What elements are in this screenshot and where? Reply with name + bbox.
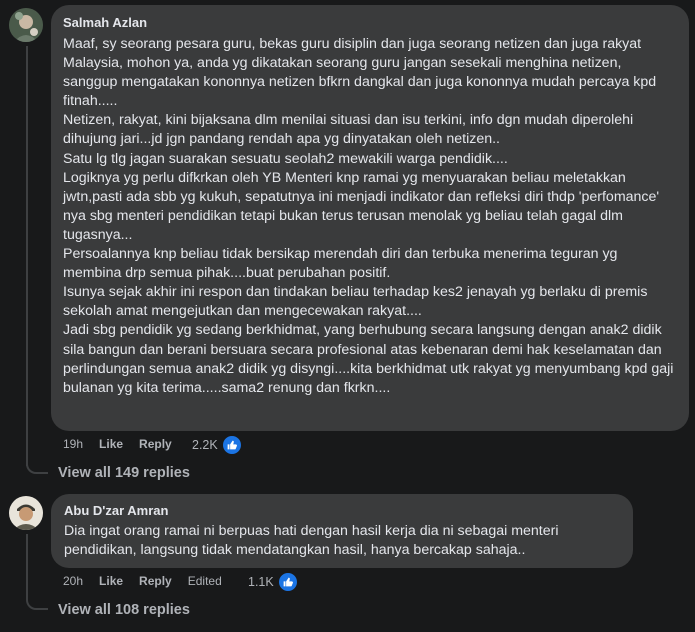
reaction-count: 2.2K — [192, 438, 218, 452]
reaction-summary[interactable]: 1.1K — [248, 571, 299, 593]
view-replies-link[interactable]: View all 149 replies — [58, 465, 190, 481]
comment-timestamp[interactable]: 20h — [63, 574, 83, 588]
comment-timestamp[interactable]: 19h — [63, 437, 83, 451]
comment-paragraph: Logiknya yg perlu difkrkan oleh YB Mente… — [63, 169, 660, 243]
comment-paragraph: Jadi sbg pendidik yg sedang berkhidmat, … — [63, 322, 674, 396]
avatar[interactable] — [9, 8, 43, 42]
comment-paragraph: Isunya sejak akhir ini respon dan tindak… — [63, 284, 648, 320]
view-replies-link[interactable]: View all 108 replies — [58, 602, 190, 618]
reaction-summary[interactable]: 2.2K — [192, 434, 243, 456]
avatar[interactable] — [9, 496, 43, 530]
comment-author[interactable]: Salmah Azlan — [63, 15, 677, 30]
like-button[interactable]: Like — [99, 437, 123, 451]
comment-paragraph: Maaf, sy seorang pesara guru, bekas guru… — [63, 36, 657, 110]
comment-paragraph: Persoalannya knp beliau tidak bersikap m… — [63, 246, 618, 282]
comment-bubble: Salmah Azlan Maaf, sy seorang pesara gur… — [51, 5, 689, 431]
thread-branch — [26, 464, 48, 474]
reaction-count: 1.1K — [248, 575, 274, 589]
comment-author[interactable]: Abu D'zar Amran — [64, 503, 621, 518]
profile-photo-icon — [9, 8, 43, 42]
like-button[interactable]: Like — [99, 574, 123, 588]
comment-bubble: Abu D'zar Amran Dia ingat orang ramai ni… — [51, 494, 633, 568]
thread-branch — [26, 598, 48, 610]
comment-paragraph: Satu lg tlg jagan suarakan sesuatu seola… — [63, 150, 508, 167]
like-icon — [276, 571, 299, 593]
comment-paragraph: Netizen, rakyat, kini bijaksana dlm meni… — [63, 112, 634, 148]
like-icon — [220, 434, 243, 456]
thread-line — [26, 46, 28, 466]
comment-actions: 20h Like Reply Edited — [63, 574, 238, 588]
thread-line — [26, 534, 28, 600]
reply-button[interactable]: Reply — [139, 574, 172, 588]
edited-label[interactable]: Edited — [188, 574, 222, 588]
reply-button[interactable]: Reply — [139, 437, 172, 451]
comment-body: Dia ingat orang ramai ni berpuas hati de… — [64, 522, 621, 560]
comment-actions: 19h Like Reply — [63, 437, 188, 451]
comment-paragraph: Dia ingat orang ramai ni berpuas hati de… — [64, 523, 559, 559]
comment-body: Maaf, sy seorang pesara guru, bekas guru… — [63, 35, 677, 398]
profile-photo-icon — [9, 496, 43, 530]
